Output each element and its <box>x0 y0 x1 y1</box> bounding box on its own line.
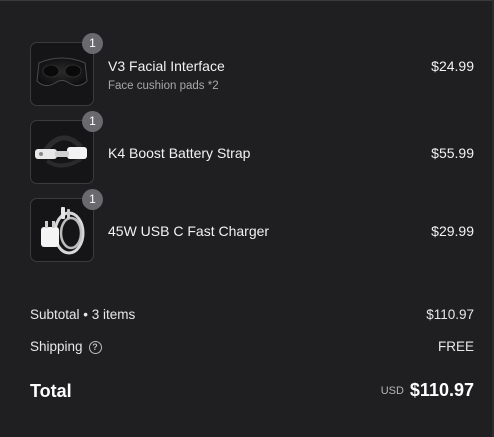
line-item: 1 K4 Boost Battery Strap $55.99 <box>30 111 474 184</box>
total-label: Total <box>30 381 72 401</box>
battery-strap-image <box>31 121 93 183</box>
product-name: 45W USB C Fast Charger <box>108 223 270 239</box>
currency-code: USD <box>380 385 404 397</box>
total-amount: $110.97 <box>409 380 474 400</box>
shipping-label: Shipping <box>30 339 83 354</box>
product-variant: Face cushion pads *2 <box>108 80 219 92</box>
quantity-badge: 1 <box>82 189 103 210</box>
subtotal-label: Subtotal • 3 items <box>30 307 136 322</box>
facial-interface-image <box>31 43 93 105</box>
subtotal-row: Subtotal • 3 items $110.97 <box>30 307 474 327</box>
line-item: 1 45W USB C Fast Charger $29.99 <box>30 189 474 262</box>
product-price: $24.99 <box>431 58 474 74</box>
quantity-badge: 1 <box>82 111 103 132</box>
product-thumbnail: 1 <box>30 111 103 184</box>
usb-charger-image <box>31 199 93 261</box>
line-item: 1 V3 Facial Interface Face cushion pads … <box>30 33 474 106</box>
top-divider <box>0 0 494 1</box>
product-price: $29.99 <box>431 223 474 239</box>
question-circle-icon[interactable]: ? <box>88 341 102 354</box>
product-price: $55.99 <box>431 145 474 161</box>
total-value-group: USD $110.97 <box>381 380 474 401</box>
shipping-value: FREE <box>437 339 474 354</box>
product-name: V3 Facial Interface <box>108 58 225 74</box>
subtotal-value: $110.97 <box>426 307 474 322</box>
product-thumbnail: 1 <box>30 33 103 106</box>
product-name: K4 Boost Battery Strap <box>108 145 251 161</box>
product-thumbnail: 1 <box>30 189 103 262</box>
quantity-badge: 1 <box>82 33 103 54</box>
total-row: Total USD $110.97 <box>30 378 474 408</box>
shipping-label-group: Shipping? <box>30 339 102 354</box>
shipping-row: Shipping? FREE <box>30 339 474 359</box>
